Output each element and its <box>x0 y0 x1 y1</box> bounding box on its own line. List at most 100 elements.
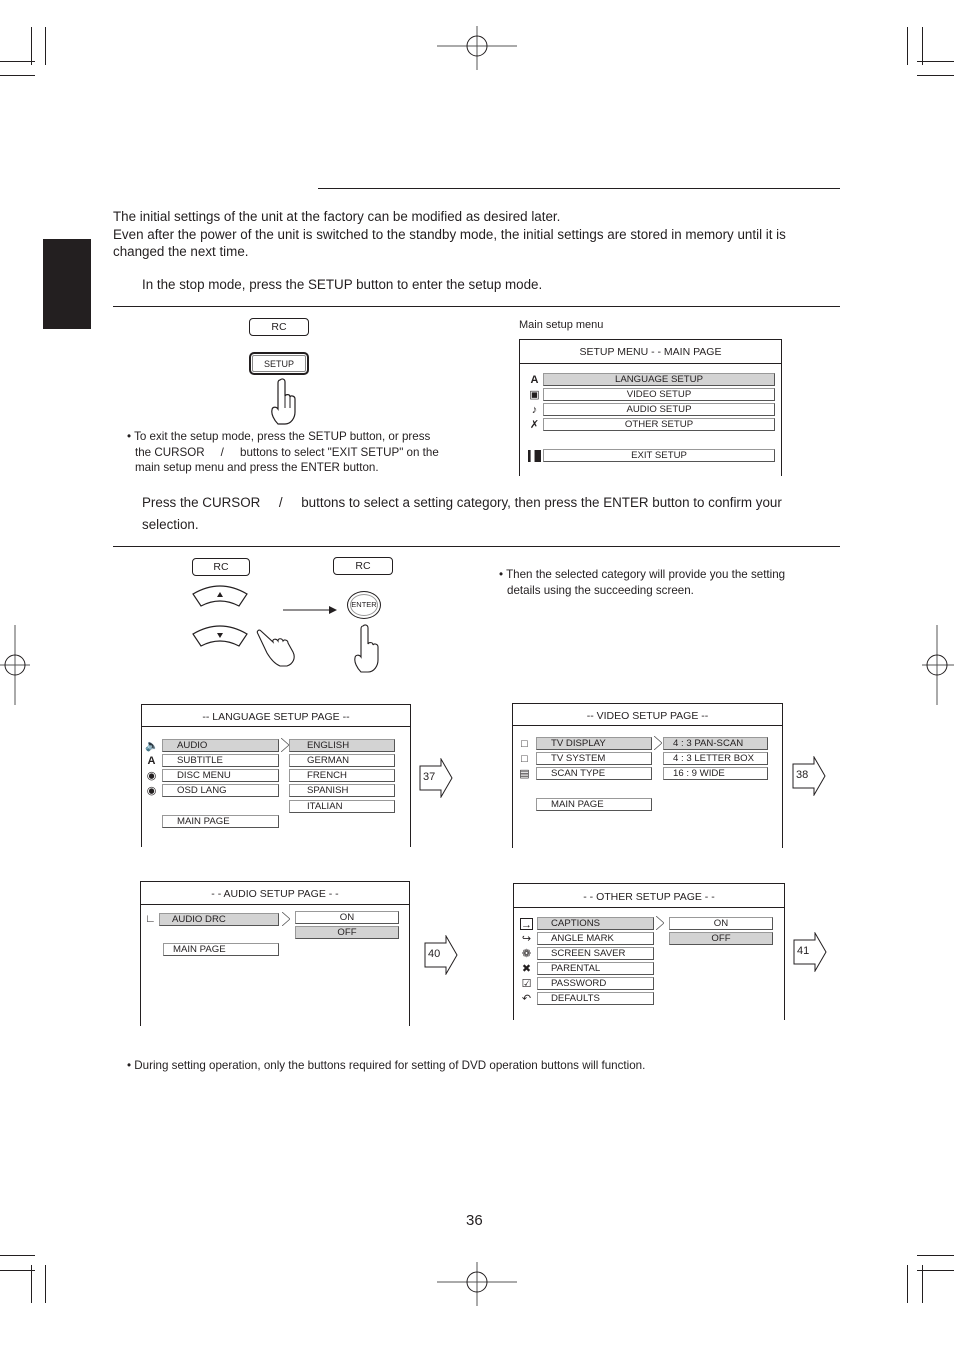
enter-button[interactable]: ENTER <box>347 591 381 619</box>
main-setup-menu: SETUP MENU - - MAIN PAGE A LANGUAGE SETU… <box>519 339 782 476</box>
crop-mark <box>917 1270 954 1271</box>
step2-line-2: selection. <box>142 517 199 532</box>
language-setup-page: -- LANGUAGE SETUP PAGE -- 🔈 AUDIO A SUBT… <box>141 704 411 847</box>
intro-line-1: The initial settings of the unit at the … <box>113 209 561 224</box>
rc-label-left: RC <box>192 558 250 576</box>
video-option-letter-box[interactable]: 4 : 3 LETTER BOX <box>663 752 768 765</box>
crop-mark <box>0 1255 35 1256</box>
video-page-title: -- VIDEO SETUP PAGE -- <box>513 704 782 726</box>
tv-icon: □ <box>521 738 528 750</box>
audio-page-title: - - AUDIO SETUP PAGE - - <box>141 882 409 905</box>
video-option-wide[interactable]: 16 : 9 WIDE <box>663 767 768 780</box>
other-setup-page: - - OTHER SETUP PAGE - - → CAPTIONS ↪ AN… <box>513 883 785 1020</box>
crop-mark <box>917 75 954 76</box>
page-ref-41[interactable]: 41 <box>797 945 809 957</box>
rc-label: RC <box>249 318 309 336</box>
other-item-angle-mark[interactable]: ANGLE MARK <box>537 932 654 945</box>
video-item-tv-display[interactable]: TV DISPLAY <box>536 737 652 750</box>
main-menu-item-language[interactable]: LANGUAGE SETUP <box>543 373 775 386</box>
osd-icon: ◉ <box>146 785 157 797</box>
divider <box>113 306 840 307</box>
language-main-page[interactable]: MAIN PAGE <box>162 815 279 828</box>
video-setup-page: -- VIDEO SETUP PAGE -- □ TV DISPLAY □ TV… <box>512 703 783 848</box>
other-item-parental[interactable]: PARENTAL <box>537 962 654 975</box>
main-menu-item-video[interactable]: VIDEO SETUP <box>543 388 775 401</box>
language-option-spanish[interactable]: SPANISH <box>289 784 395 797</box>
defaults-icon: ↶ <box>521 993 532 1005</box>
page-number: 36 <box>466 1212 483 1229</box>
subtitle-icon: A <box>147 755 156 767</box>
arrow-right-icon <box>283 606 337 614</box>
category-note-line-2: details using the succeeding screen. <box>507 584 694 597</box>
header-rule <box>318 188 840 189</box>
other-item-password[interactable]: PASSWORD <box>537 977 654 990</box>
language-option-german[interactable]: GERMAN <box>289 754 395 767</box>
speaker-icon: ♪ <box>531 404 538 416</box>
language-icon: A <box>530 374 539 386</box>
audio-main-page[interactable]: MAIN PAGE <box>163 943 279 956</box>
section-tab <box>43 239 91 329</box>
divider <box>113 546 840 547</box>
crop-mark <box>0 1270 35 1271</box>
page-ref-40[interactable]: 40 <box>428 948 440 960</box>
disc-icon: ◉ <box>146 770 157 782</box>
audio-setup-page: - - AUDIO SETUP PAGE - - ∟ AUDIO DRC MAI… <box>140 881 410 1026</box>
video-item-tv-system[interactable]: TV SYSTEM <box>536 752 652 765</box>
page-ref-37[interactable]: 37 <box>423 771 435 783</box>
crop-mark <box>917 61 954 62</box>
crop-mark <box>31 27 32 65</box>
parental-icon: ✖ <box>521 963 532 975</box>
crop-mark <box>0 75 35 76</box>
exit-note-line-1: • To exit the setup mode, press the SETU… <box>127 430 431 443</box>
language-item-osd-lang[interactable]: OSD LANG <box>162 784 279 797</box>
captions-arrow-icon: → <box>520 918 533 931</box>
main-menu-item-audio[interactable]: AUDIO SETUP <box>543 403 775 416</box>
audio-option-off[interactable]: OFF <box>295 926 399 939</box>
registration-mark-bottom <box>437 1262 517 1306</box>
language-option-italian[interactable]: ITALIAN <box>289 800 395 813</box>
audio-item-drc[interactable]: AUDIO DRC <box>159 913 279 926</box>
main-menu-caption: Main setup menu <box>519 319 604 331</box>
hand-pointer-icon <box>354 624 379 673</box>
intro-line-3: changed the next time. <box>113 244 249 259</box>
step1-instruction: In the stop mode, press the SETUP button… <box>142 277 543 292</box>
crop-mark <box>45 27 46 65</box>
exit-note-line-2: the CURSOR / buttons to select "EXIT SET… <box>135 446 439 459</box>
other-item-captions[interactable]: CAPTIONS <box>537 917 654 930</box>
language-item-audio[interactable]: AUDIO <box>162 739 279 752</box>
exit-note-line-3: main setup menu and press the ENTER butt… <box>135 461 379 474</box>
audio-option-on[interactable]: ON <box>295 911 399 924</box>
other-item-screen-saver[interactable]: SCREEN SAVER <box>537 947 654 960</box>
chevron-right-icon <box>656 916 664 930</box>
monitor-icon: ▣ <box>529 389 540 401</box>
main-menu-item-exit[interactable]: EXIT SETUP <box>543 449 775 462</box>
registration-mark-left <box>0 625 30 705</box>
cursor-down-button[interactable] <box>191 624 249 648</box>
cursor-up-button[interactable] <box>191 584 249 608</box>
other-option-on[interactable]: ON <box>669 917 773 930</box>
other-option-off[interactable]: OFF <box>669 932 773 945</box>
registration-mark-top <box>437 26 517 70</box>
speaker-icon: 🔈 <box>145 740 159 752</box>
hand-pointer-icon <box>256 629 295 667</box>
other-page-title: - - OTHER SETUP PAGE - - <box>514 884 784 908</box>
video-main-page[interactable]: MAIN PAGE <box>536 798 652 811</box>
main-menu-item-other[interactable]: OTHER SETUP <box>543 418 775 431</box>
language-option-english[interactable]: ENGLISH <box>289 739 395 752</box>
page-ref-38[interactable]: 38 <box>796 769 808 781</box>
setup-button[interactable]: SETUP <box>249 352 309 375</box>
other-item-defaults[interactable]: DEFAULTS <box>537 992 654 1005</box>
crop-mark <box>45 1265 46 1303</box>
drc-curve-icon: ∟ <box>145 913 156 925</box>
intro-line-2: Even after the power of the unit is swit… <box>113 227 786 242</box>
tools-icon: ✗ <box>529 419 540 431</box>
chevron-right-icon <box>654 736 662 750</box>
language-page-title: -- LANGUAGE SETUP PAGE -- <box>142 705 410 727</box>
language-item-subtitle[interactable]: SUBTITLE <box>162 754 279 767</box>
chevron-right-icon <box>281 738 289 752</box>
language-option-french[interactable]: FRENCH <box>289 769 395 782</box>
video-option-pan-scan[interactable]: 4 : 3 PAN-SCAN <box>663 737 768 750</box>
language-item-disc-menu[interactable]: DISC MENU <box>162 769 279 782</box>
video-item-scan-type[interactable]: SCAN TYPE <box>536 767 652 780</box>
crop-mark <box>922 27 923 65</box>
